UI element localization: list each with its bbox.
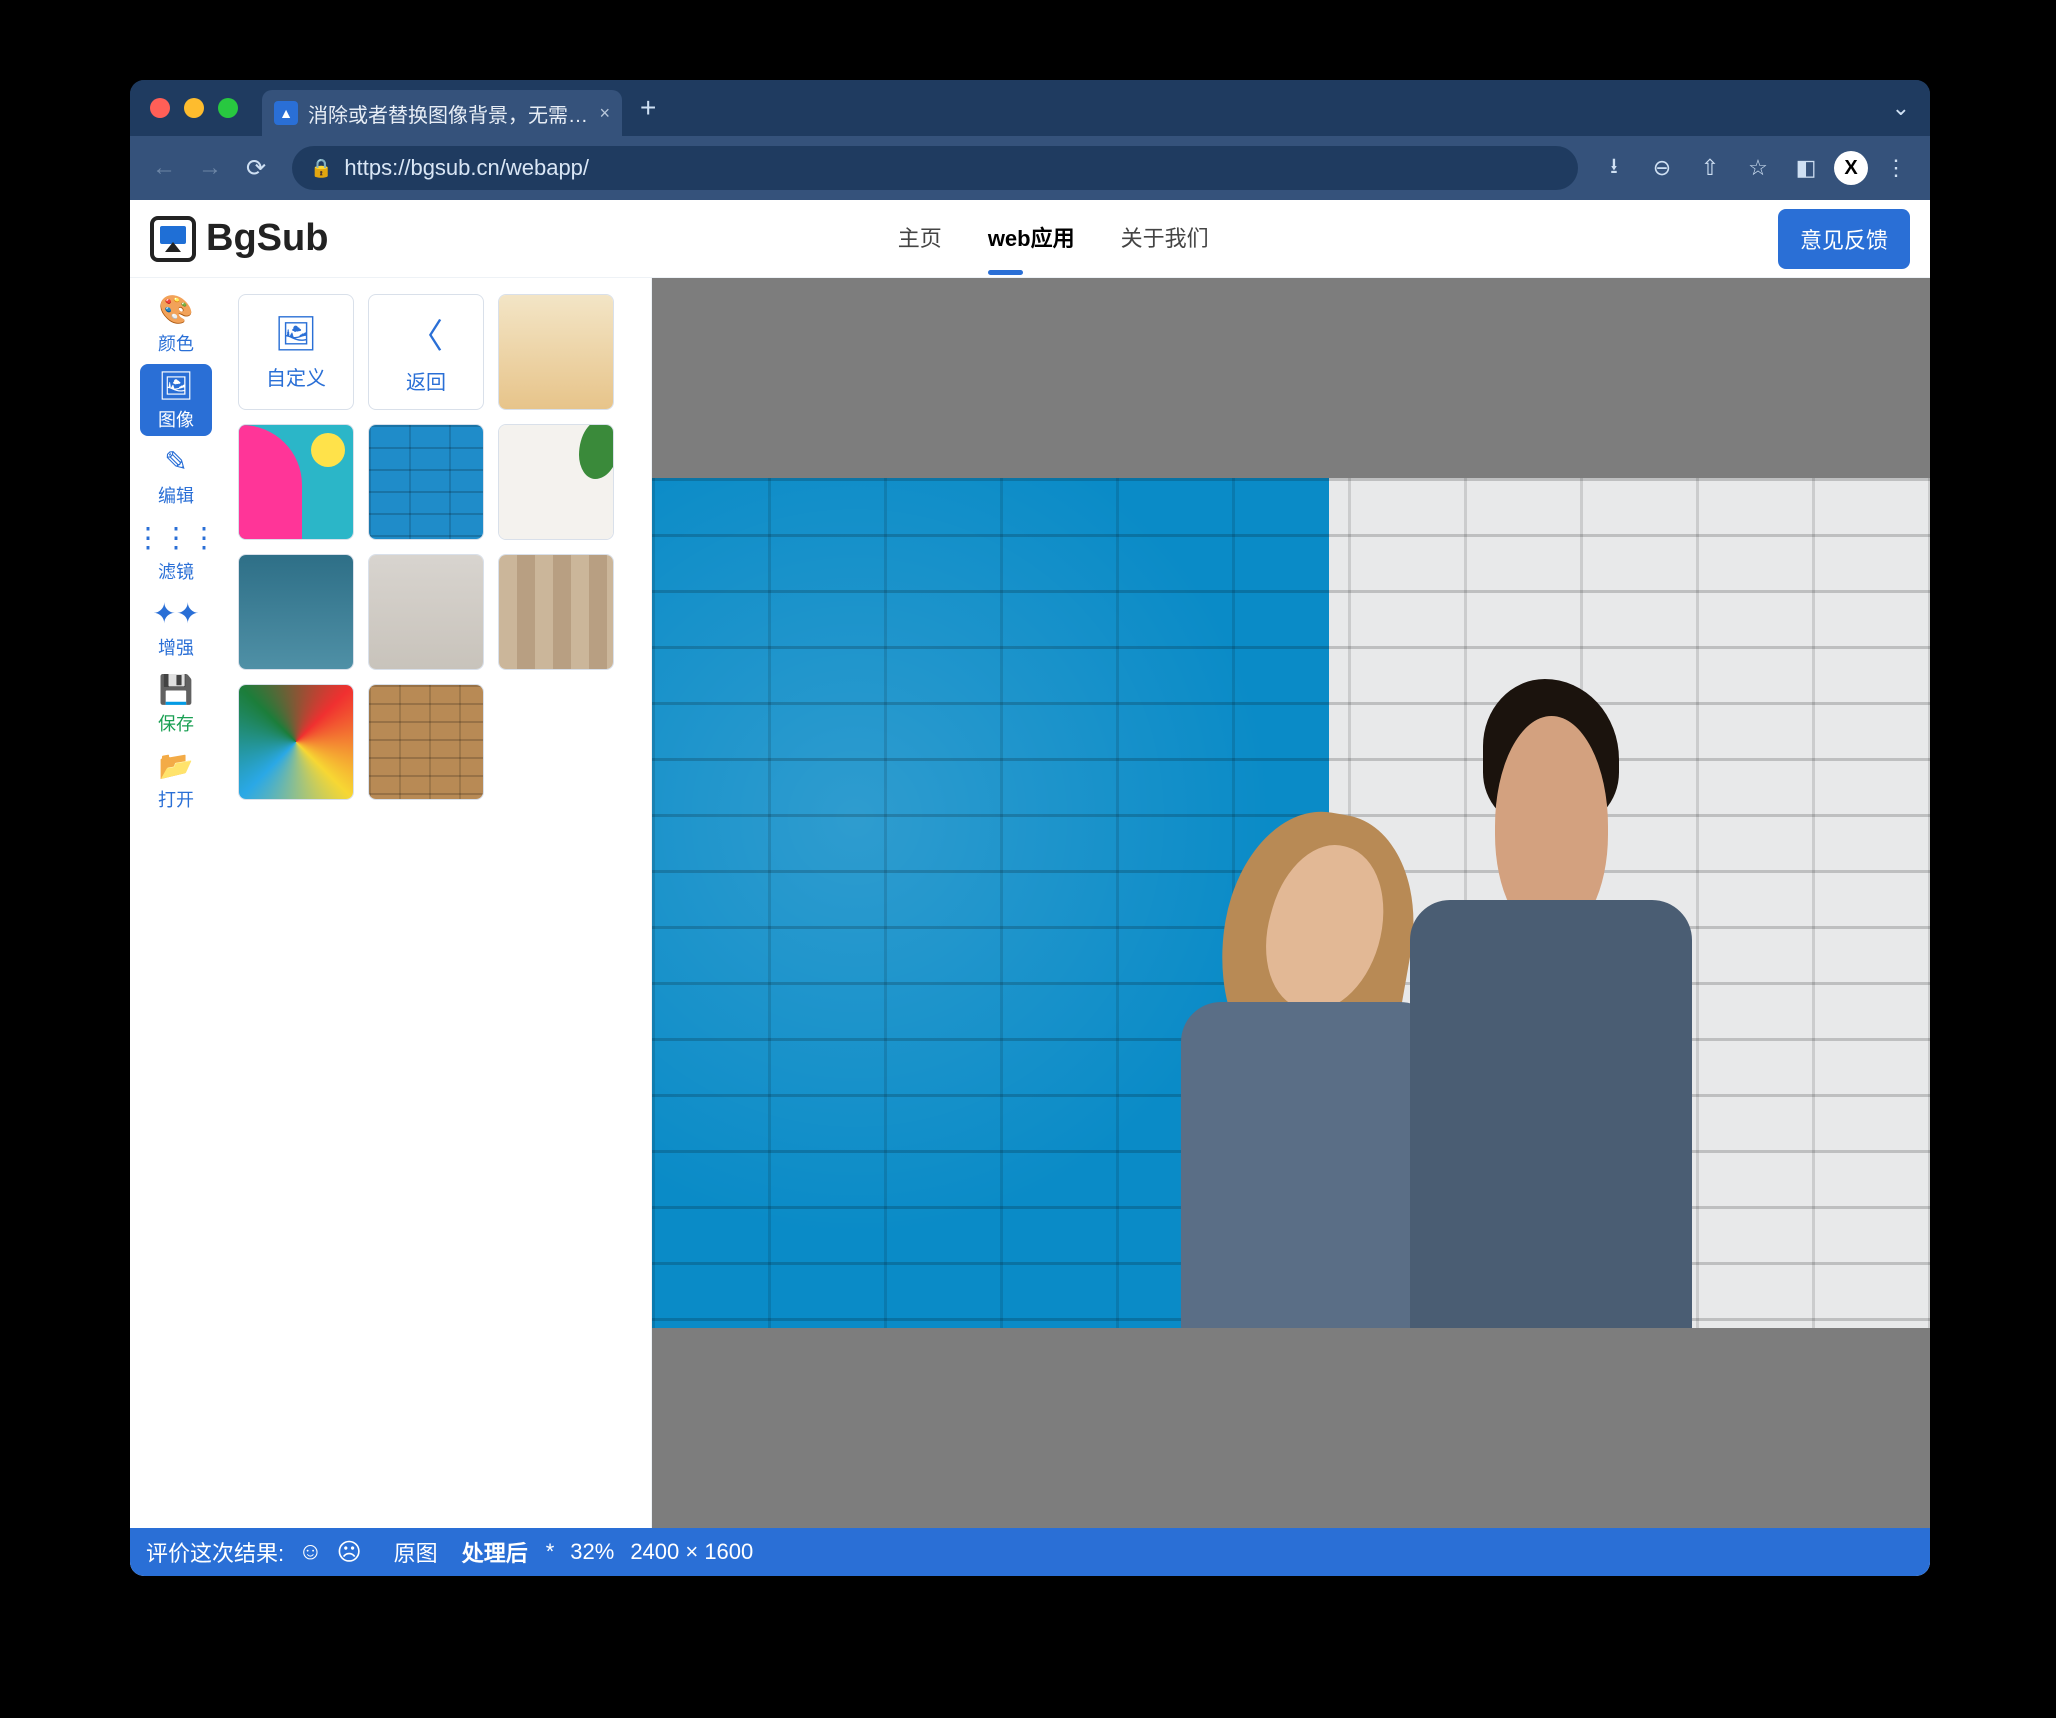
rate-happy-icon[interactable]: ☺	[298, 1538, 323, 1566]
tile-label: 自定义	[266, 362, 326, 391]
tile-custom[interactable]: 🖼 自定义	[238, 294, 354, 410]
reload-button[interactable]: ⟳	[236, 148, 276, 188]
bg-thumb-sand[interactable]	[498, 294, 614, 410]
bookmark-icon[interactable]: ☆	[1738, 148, 1778, 188]
sidebar-item-open[interactable]: 📂 打开	[140, 744, 212, 816]
rate-label: 评价这次结果:	[146, 1536, 284, 1568]
sidebar-item-edit[interactable]: ✎ 编辑	[140, 440, 212, 512]
sidebar-label: 滤镜	[158, 558, 194, 584]
bg-thumb-brick-brown[interactable]	[368, 684, 484, 800]
toolbar-right: ⭳ ⊖ ⇧ ☆ ◧ X ⋮	[1594, 148, 1916, 188]
view-toggle: 原图 处理后	[382, 1532, 540, 1572]
page: BgSub 主页 web应用 关于我们 意见反馈 🎨 颜色 🖼 图像	[130, 200, 1930, 1576]
folder-open-icon: 📂	[159, 749, 194, 782]
zoom-out-icon[interactable]: ⊖	[1642, 148, 1682, 188]
save-icon: 💾	[159, 673, 194, 706]
menu-icon[interactable]: ⋮	[1876, 148, 1916, 188]
back-button[interactable]: ←	[144, 148, 184, 188]
tabs-overflow-icon[interactable]: ⌄	[1892, 95, 1910, 121]
browser-tab[interactable]: ▲ 消除或者替换图像背景，无需上传 ×	[262, 90, 622, 136]
tab-close-icon[interactable]: ×	[599, 103, 610, 124]
browser-toolbar: ← → ⟳ 🔒 https://bgsub.cn/webapp/ ⭳ ⊖ ⇧ ☆…	[130, 136, 1930, 200]
sidepanel-icon[interactable]: ◧	[1786, 148, 1826, 188]
bg-thumb-white-brick-leaf[interactable]	[498, 424, 614, 540]
background-panel: 🖼 自定义 〈 返回	[222, 278, 652, 1528]
foreground-subject	[1163, 716, 1751, 1328]
window-minimize-button[interactable]	[184, 98, 204, 118]
chevron-left-icon: 〈	[409, 309, 443, 358]
zoom-level: 32%	[570, 1539, 614, 1565]
image-icon: 🖼	[158, 369, 194, 402]
tab-title: 消除或者替换图像背景，无需上传	[308, 99, 589, 128]
nav-about[interactable]: 关于我们	[1121, 221, 1209, 257]
rate-sad-icon[interactable]: ☹	[337, 1538, 362, 1567]
forward-button[interactable]: →	[190, 148, 230, 188]
file-image-icon: 🖼	[274, 314, 317, 354]
profile-avatar[interactable]: X	[1834, 151, 1868, 185]
sidebar-label: 保存	[158, 710, 194, 736]
toggle-original[interactable]: 原图	[382, 1532, 450, 1572]
sidebar-item-image[interactable]: 🖼 图像	[140, 364, 212, 436]
sidebar-label: 颜色	[158, 330, 194, 356]
sidebar-item-color[interactable]: 🎨 颜色	[140, 288, 212, 360]
favicon-icon: ▲	[274, 101, 298, 125]
sidebar-item-filter[interactable]: ⋮⋮⋮ 滤镜	[140, 516, 212, 588]
tab-strip: ▲ 消除或者替换图像背景，无需上传 × + ⌄	[130, 80, 1930, 136]
site-header: BgSub 主页 web应用 关于我们 意见反馈	[130, 200, 1930, 278]
nav-webapp[interactable]: web应用	[988, 221, 1075, 257]
traffic-lights	[150, 98, 238, 118]
feedback-button[interactable]: 意见反馈	[1778, 209, 1910, 269]
brand-text: BgSub	[206, 217, 328, 260]
toggle-processed[interactable]: 处理后	[450, 1532, 540, 1572]
tile-back[interactable]: 〈 返回	[368, 294, 484, 410]
sparkle-icon: ✦✦	[153, 597, 200, 630]
workspace: 🎨 颜色 🖼 图像 ✎ 编辑 ⋮⋮⋮ 滤镜 ✦✦ 增强	[130, 278, 1930, 1528]
sidebar-label: 图像	[158, 406, 194, 432]
site-nav: 主页 web应用 关于我们	[328, 221, 1778, 257]
window-close-button[interactable]	[150, 98, 170, 118]
modified-indicator: *	[546, 1539, 555, 1565]
bg-thumb-geometric[interactable]	[238, 424, 354, 540]
pencil-icon: ✎	[164, 445, 187, 478]
nav-home[interactable]: 主页	[898, 221, 942, 257]
status-bar: 评价这次结果: ☺ ☹ 原图 处理后 * 32% 2400 × 1600	[130, 1528, 1930, 1576]
sidebar-item-enhance[interactable]: ✦✦ 增强	[140, 592, 212, 664]
sidebar-label: 编辑	[158, 482, 194, 508]
address-bar[interactable]: 🔒 https://bgsub.cn/webapp/	[292, 146, 1578, 190]
new-tab-button[interactable]: +	[640, 92, 656, 124]
site-logo[interactable]: BgSub	[150, 216, 328, 262]
sidebar-label: 打开	[158, 786, 194, 812]
install-app-icon[interactable]: ⭳	[1594, 148, 1634, 188]
bg-thumb-wood-vertical[interactable]	[498, 554, 614, 670]
tool-sidebar: 🎨 颜色 🖼 图像 ✎ 编辑 ⋮⋮⋮ 滤镜 ✦✦ 增强	[130, 278, 222, 1528]
canvas-image	[652, 478, 1930, 1328]
url-text: https://bgsub.cn/webapp/	[344, 155, 589, 181]
bg-thumb-blue-brick[interactable]	[368, 424, 484, 540]
share-icon[interactable]: ⇧	[1690, 148, 1730, 188]
bg-thumb-concrete[interactable]	[368, 554, 484, 670]
window-maximize-button[interactable]	[218, 98, 238, 118]
canvas-area[interactable]	[652, 278, 1930, 1528]
logo-mark-icon	[150, 216, 196, 262]
image-dimensions: 2400 × 1600	[630, 1539, 753, 1565]
lock-icon: 🔒	[310, 158, 332, 179]
browser-window: ▲ 消除或者替换图像背景，无需上传 × + ⌄ ← → ⟳ 🔒 https://…	[130, 80, 1930, 1576]
bg-thumb-denim[interactable]	[238, 554, 354, 670]
sidebar-label: 增强	[158, 634, 194, 660]
filter-icon: ⋮⋮⋮	[134, 521, 218, 554]
sidebar-item-save[interactable]: 💾 保存	[140, 668, 212, 740]
bg-thumb-rainbow[interactable]	[238, 684, 354, 800]
palette-icon: 🎨	[159, 293, 194, 326]
tile-label: 返回	[406, 366, 446, 395]
